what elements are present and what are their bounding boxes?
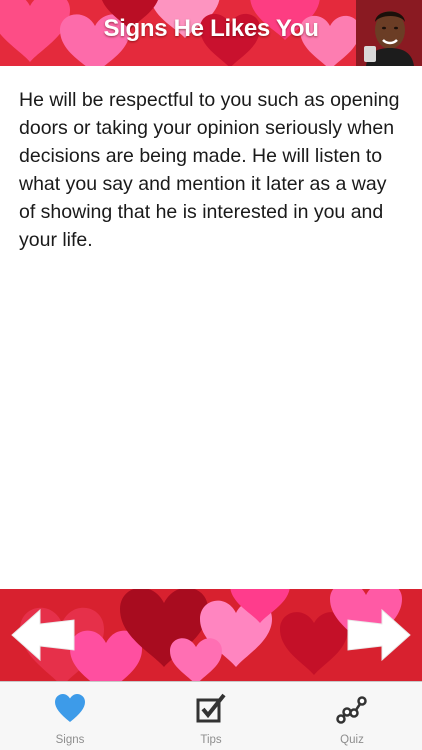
tab-label-signs: Signs — [55, 734, 85, 746]
tab-label-quiz: Quiz — [340, 734, 364, 746]
tab-label-tips: Tips — [200, 734, 222, 746]
navigation-banner — [0, 589, 422, 681]
tab-quiz[interactable]: Quiz — [302, 682, 402, 750]
heart-icon — [55, 694, 85, 722]
next-button[interactable] — [346, 608, 412, 662]
checkbox-icon — [196, 693, 226, 723]
tab-tips[interactable]: Tips — [161, 682, 261, 750]
avatar — [356, 0, 422, 66]
quiz-graph-icon — [336, 696, 367, 724]
right-arrow-icon — [347, 608, 411, 662]
left-arrow-icon — [11, 608, 75, 662]
sign-description: He will be respectful to you such as ope… — [19, 89, 400, 251]
header-banner: Signs He Likes You — [0, 0, 422, 66]
tab-bar: Signs Tips Quiz — [0, 681, 422, 750]
previous-button[interactable] — [10, 608, 76, 662]
tab-signs[interactable]: Signs — [20, 682, 120, 750]
